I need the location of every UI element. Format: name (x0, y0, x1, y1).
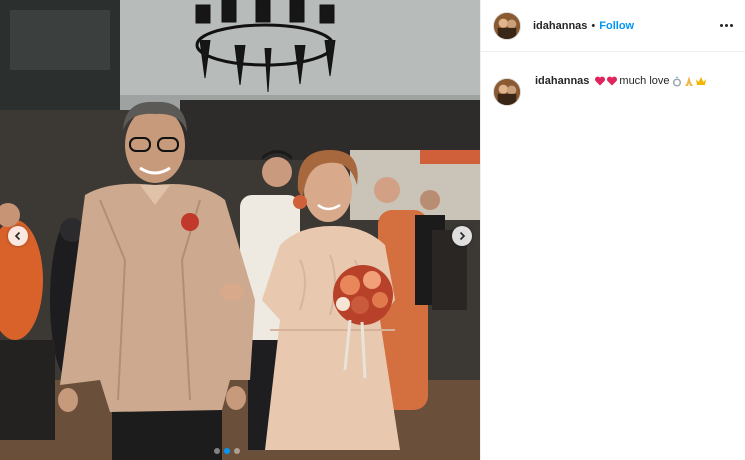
caption-text: much love (619, 75, 670, 87)
carousel-dot-active (224, 448, 230, 454)
caption-username[interactable]: idahannas (535, 74, 589, 88)
praying-hands-icon (683, 75, 695, 87)
post-author-username[interactable]: idahannas (533, 20, 587, 32)
red-heart-icon (594, 75, 606, 87)
post-header: idahannas • Follow (481, 0, 745, 52)
chevron-left-icon (14, 231, 21, 241)
caption-avatar[interactable] (493, 78, 521, 106)
carousel-next-button[interactable] (452, 226, 472, 246)
follow-button[interactable]: Follow (599, 20, 634, 32)
crown-icon (695, 75, 707, 87)
chevron-right-icon (459, 231, 466, 241)
carousel-dot (234, 448, 240, 454)
profile-photo-image (494, 12, 520, 39)
carousel-prev-button[interactable] (8, 226, 28, 246)
post-side-panel: idahannas • Follow idahannas much love (480, 0, 745, 460)
wedding-photo-image (0, 0, 480, 460)
caption-row: idahannas much love (481, 52, 745, 106)
more-options-icon[interactable] (720, 18, 733, 33)
ring-icon (671, 75, 683, 87)
profile-photo-image (494, 79, 520, 105)
carousel-dot (214, 448, 220, 454)
caption-text-block: idahannas much love (535, 74, 707, 88)
red-heart-icon (606, 75, 618, 87)
header-separator: • (591, 19, 596, 32)
avatar[interactable] (493, 11, 521, 40)
carousel-indicator (214, 448, 240, 454)
post-photo[interactable] (0, 0, 480, 460)
